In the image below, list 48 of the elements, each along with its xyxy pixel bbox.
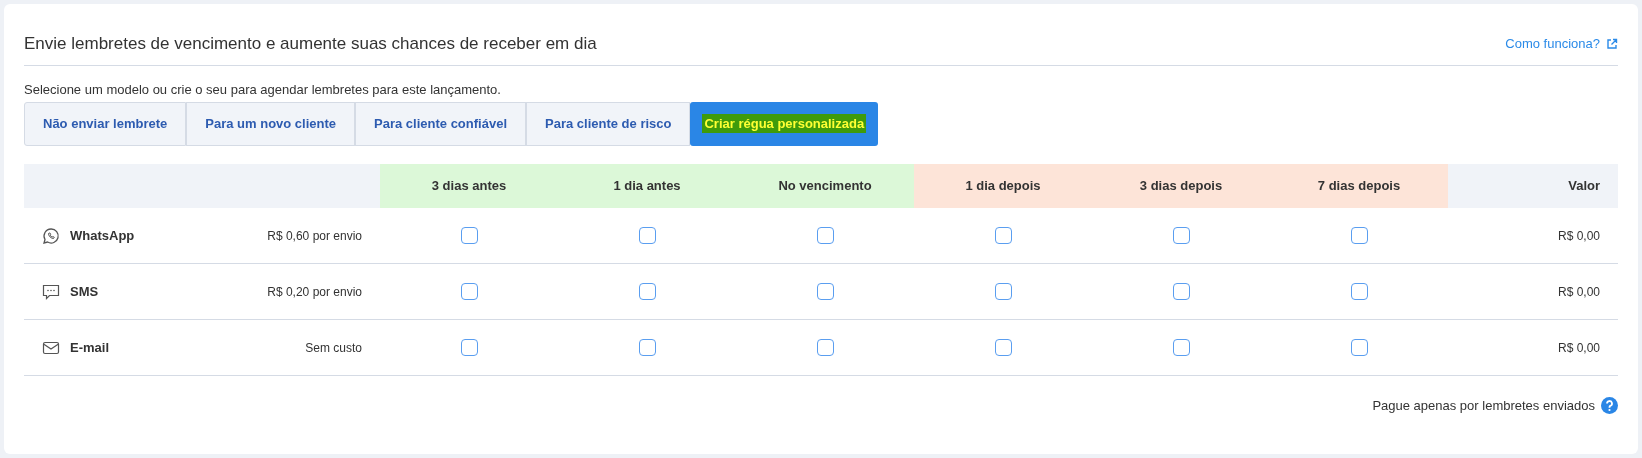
checkbox[interactable] (638, 227, 656, 244)
column-header: Valor (1567, 177, 1601, 196)
chat-bubble-icon (42, 226, 60, 245)
tab[interactable]: Para cliente confiável (355, 102, 526, 146)
checkbox[interactable] (816, 283, 834, 300)
cost-text: R$ 0,60 por envio (267, 227, 362, 245)
checkbox[interactable] (994, 339, 1012, 356)
checkbox[interactable] (1172, 339, 1190, 356)
checkbox[interactable] (460, 283, 478, 300)
column-header: 7 dias depois (1270, 164, 1448, 208)
footer-note: Pague apenas por lembretes enviados (1372, 397, 1595, 415)
external-link-icon (1606, 37, 1618, 50)
tab[interactable]: Criar régua personalizada (690, 102, 879, 146)
help-link[interactable]: Como funciona? (1505, 33, 1618, 54)
checkbox[interactable] (994, 283, 1012, 300)
checkbox[interactable] (638, 283, 656, 300)
channel-name: E-mail (70, 338, 109, 357)
value-text: R$ 0,00 (1557, 227, 1600, 245)
checkbox[interactable] (816, 339, 834, 356)
help-icon[interactable] (1601, 397, 1618, 415)
tab[interactable]: Para um novo cliente (186, 102, 356, 146)
column-header: 3 dias antes (380, 164, 558, 208)
section-title: Envie lembretes de vencimento e aumente suas chances de receber em dia (24, 32, 597, 55)
value-text: R$ 0,00 (1557, 283, 1600, 301)
checkbox[interactable] (1350, 227, 1368, 244)
cost-text: R$ 0,20 por envio (267, 283, 362, 301)
cost-text: Sem custo (305, 339, 362, 357)
tab[interactable]: Não enviar lembrete (24, 102, 187, 146)
envelope-icon (42, 339, 60, 356)
checkbox[interactable] (1172, 227, 1190, 244)
column-header: 3 dias depois (1092, 164, 1270, 208)
checkbox[interactable] (816, 227, 834, 244)
value-text: R$ 0,00 (1557, 339, 1600, 357)
checkbox[interactable] (460, 227, 478, 244)
channel-name: SMS (70, 282, 99, 301)
message-icon (42, 282, 60, 301)
column-header: 1 dia depois (914, 164, 1092, 208)
checkbox[interactable] (638, 339, 656, 356)
checkbox[interactable] (1350, 283, 1368, 300)
checkbox[interactable] (1172, 283, 1190, 300)
tab[interactable]: Para cliente de risco (526, 102, 691, 146)
instruction-text: Selecione um modelo ou crie o seu para agendar lembretes para este lançamento. (24, 81, 502, 98)
checkbox[interactable] (994, 227, 1012, 244)
column-header: 1 dia antes (558, 164, 736, 208)
channel-name: WhatsApp (70, 226, 135, 245)
checkbox[interactable] (460, 339, 478, 356)
column-header: No vencimento (736, 164, 914, 208)
checkbox[interactable] (1350, 339, 1368, 356)
